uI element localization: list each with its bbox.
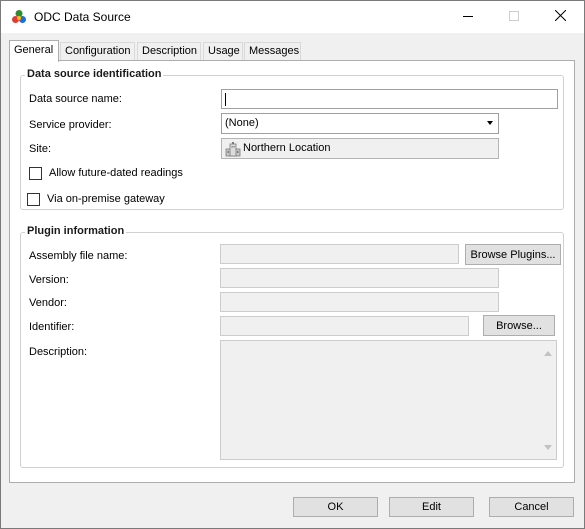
browse-plugins-label: Browse Plugins... (470, 248, 556, 261)
close-button[interactable] (537, 1, 583, 33)
general-tab-panel: Data source identification Data source n… (9, 60, 575, 483)
version-label: Version: (29, 274, 69, 286)
browse-plugins-button[interactable]: Browse Plugins... (465, 244, 561, 265)
identifier-label: Identifier: (29, 321, 75, 333)
cancel-label: Cancel (514, 501, 549, 513)
text-caret (225, 93, 226, 106)
identification-group: Data source identification Data source n… (20, 68, 564, 210)
building-icon (225, 141, 241, 160)
tab-configuration[interactable]: Configuration (60, 42, 135, 61)
tab-configuration-label: Configuration (65, 45, 131, 57)
site-value: Northern Location (243, 142, 331, 154)
tab-description-label: Description (142, 45, 198, 57)
ok-label: OK (327, 501, 344, 513)
tab-general-label: General (14, 44, 54, 56)
data-source-name-label: Data source name: (29, 93, 122, 105)
tab-general[interactable]: General (9, 40, 59, 62)
identifier-field[interactable] (220, 316, 469, 336)
tab-messages-label: Messages (249, 45, 300, 57)
identification-group-title: Data source identification (25, 68, 164, 80)
browse-button[interactable]: Browse... (483, 315, 555, 336)
close-icon (554, 9, 566, 24)
plugin-group: Plugin information Assembly file name: B… (20, 225, 564, 468)
assembly-file-label: Assembly file name: (29, 250, 128, 262)
data-source-name-input[interactable] (221, 89, 558, 109)
edit-label: Edit (422, 501, 441, 513)
browse-label: Browse... (496, 319, 542, 332)
odc-data-source-window: ODC Data Source General Configuration De… (0, 0, 585, 529)
allow-future-dated-label: Allow future-dated readings (49, 167, 183, 179)
scroll-down-icon[interactable] (544, 441, 552, 453)
vendor-label: Vendor: (29, 297, 67, 309)
minimize-icon (463, 11, 473, 24)
odc-app-icon (11, 9, 27, 25)
tab-usage-label: Usage (208, 45, 240, 57)
via-gateway-label: Via on-premise gateway (47, 193, 165, 205)
title-bar[interactable]: ODC Data Source (1, 1, 584, 33)
site-field[interactable]: Northern Location (221, 138, 499, 159)
version-field[interactable] (220, 268, 499, 288)
maximize-button[interactable] (491, 1, 537, 33)
edit-button[interactable]: Edit (389, 497, 474, 517)
maximize-icon (509, 10, 519, 24)
plugin-group-title: Plugin information (25, 225, 127, 237)
ok-button[interactable]: OK (293, 497, 378, 517)
scroll-up-icon[interactable] (544, 347, 552, 359)
tab-description[interactable]: Description (137, 42, 201, 61)
vendor-field[interactable] (220, 292, 499, 312)
chevron-down-icon (487, 121, 493, 125)
service-provider-select[interactable]: (None) (221, 113, 499, 134)
via-gateway-checkbox[interactable] (27, 193, 40, 206)
service-provider-label: Service provider: (29, 119, 112, 131)
allow-future-dated-checkbox[interactable] (29, 167, 42, 180)
service-provider-value: (None) (225, 117, 259, 129)
description-label: Description: (29, 346, 88, 358)
tab-usage[interactable]: Usage (203, 42, 243, 61)
assembly-file-field[interactable] (220, 244, 459, 264)
window-title: ODC Data Source (34, 10, 131, 24)
tab-messages[interactable]: Messages (244, 42, 301, 61)
description-field[interactable] (220, 340, 557, 460)
site-label: Site: (29, 143, 52, 155)
minimize-button[interactable] (445, 1, 491, 33)
cancel-button[interactable]: Cancel (489, 497, 574, 517)
